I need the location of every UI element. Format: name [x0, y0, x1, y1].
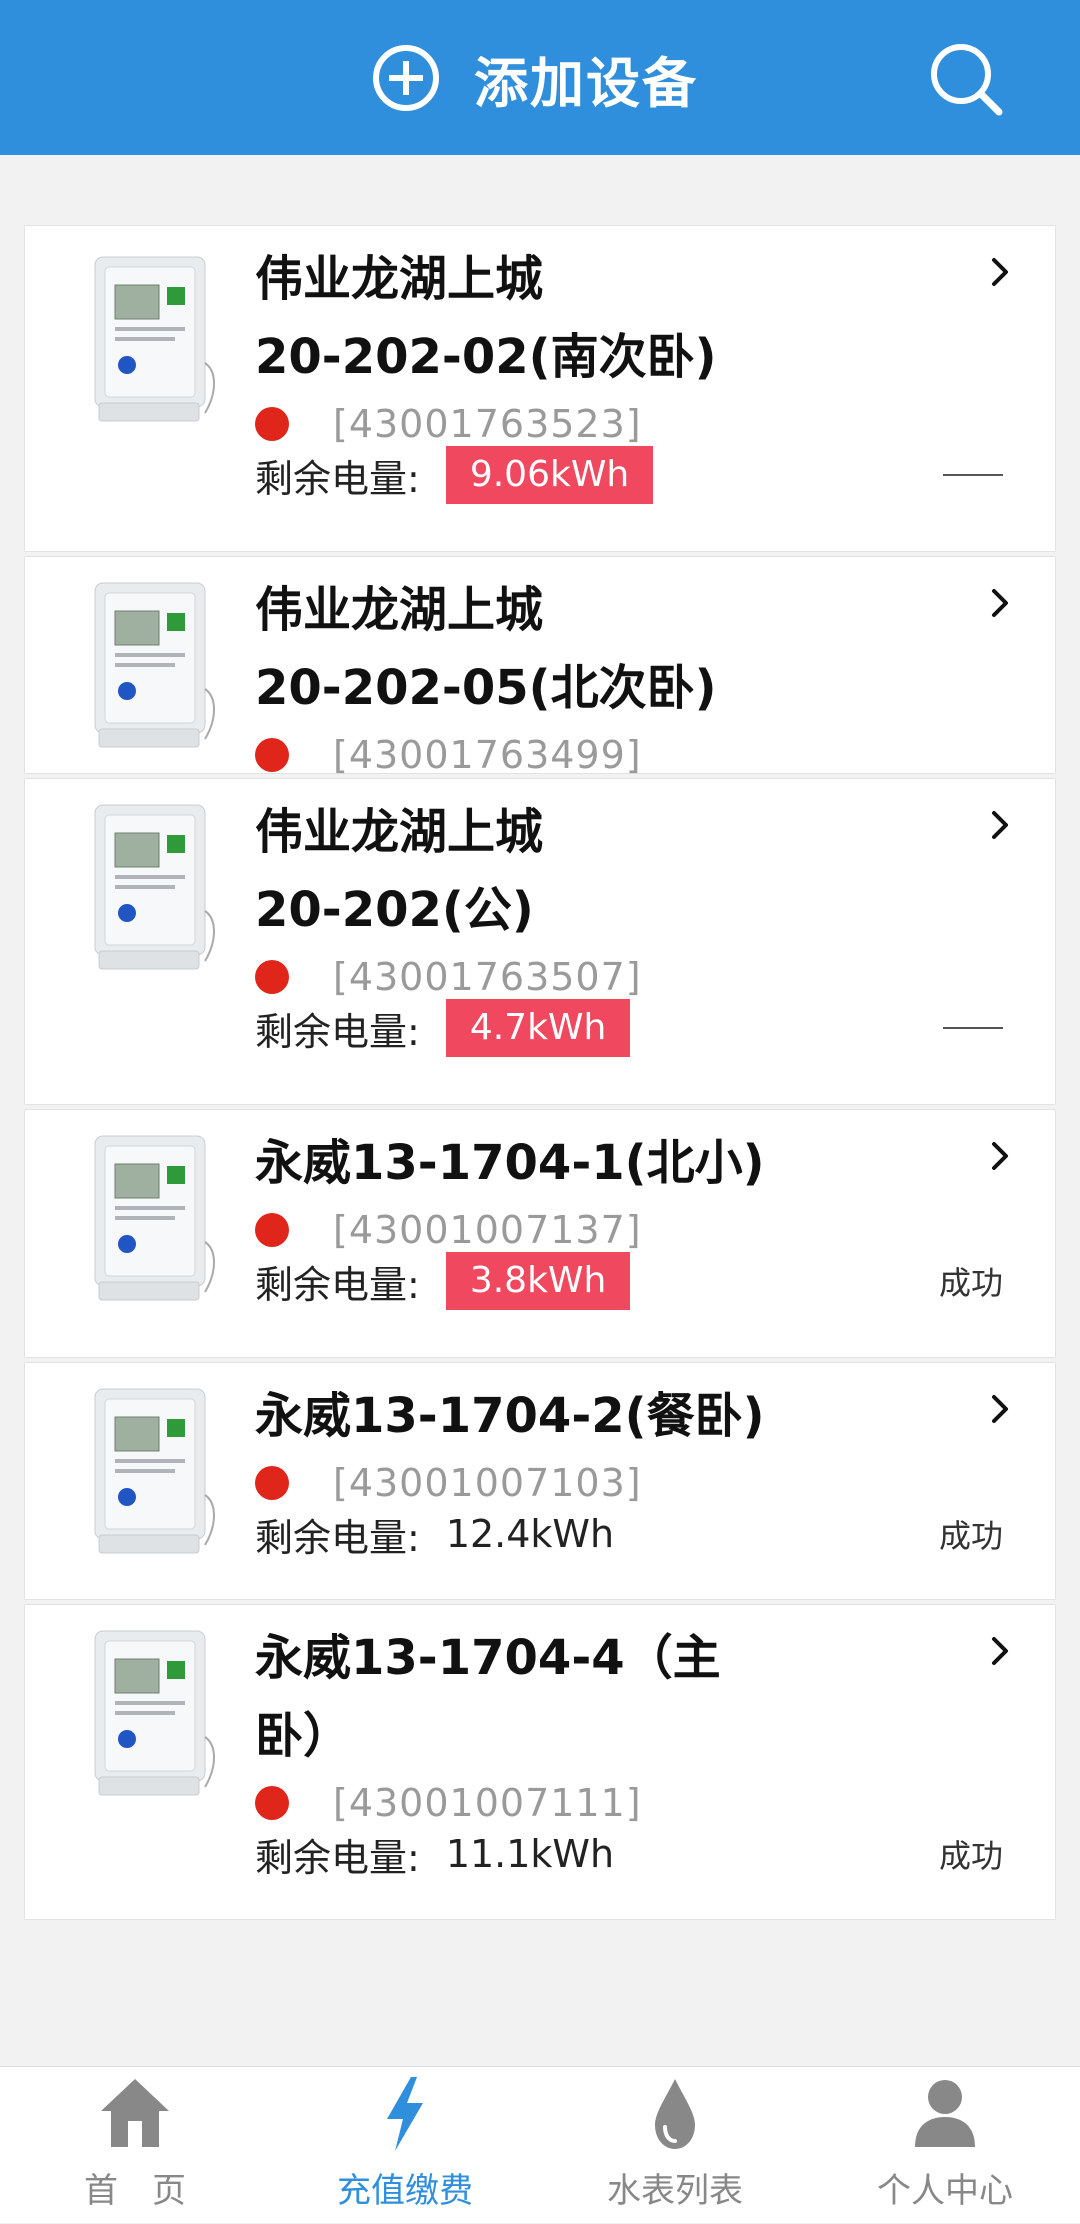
tab-label: 个人中心	[877, 2171, 1013, 2211]
meter-image	[85, 1385, 225, 1560]
meter-image	[85, 253, 225, 428]
balance-label: 剩余电量:	[255, 1835, 420, 1880]
device-title-line: 永威13-1704-1(北小)	[255, 1135, 765, 1191]
status-dot	[255, 738, 289, 772]
device-title: 伟业龙湖上城 20-202-05(北次卧)	[255, 557, 775, 727]
device-card[interactable]: 伟业龙湖上城20-202-05(北次卧)[43001763499]剩余电量:10…	[24, 556, 1056, 832]
device-title-line: 20-202(公)	[255, 882, 534, 938]
balance-row: 剩余电量: 3.8kWh	[255, 1252, 631, 1310]
user-icon	[915, 2080, 975, 2147]
serial-row: [43001007111]	[255, 1781, 642, 1825]
device-card[interactable]: 永威13-1704-4（主 卧） [43001007111] 剩余电量: 11.1kWh…	[24, 1604, 1056, 1920]
tab-recharge[interactable]: 充值缴费	[270, 2067, 540, 2224]
status-dot	[255, 1466, 289, 1500]
device-card[interactable]: 伟业龙湖上城 20-202(公) [43001763507] 剩余电量: 4.7kWh —…	[24, 778, 1056, 1105]
serial-number: [43001007103]	[333, 1461, 642, 1505]
chevron-right-icon	[985, 1138, 1015, 1174]
balance-row: 剩余电量: 11.1kWh	[255, 1825, 614, 1883]
status-text: 成功	[938, 1837, 1003, 1875]
serial-number: [43001763507]	[333, 955, 642, 999]
device-title: 伟业龙湖上城 20-202(公)	[255, 779, 775, 949]
device-title-line: 伟业龙湖上城	[255, 582, 544, 638]
serial-number: [43001007137]	[333, 1208, 642, 1252]
meter-image	[85, 801, 225, 976]
water-drop-icon	[655, 2079, 695, 2149]
status-text: ——	[943, 474, 1003, 476]
chevron-right-icon	[985, 807, 1015, 843]
balance-row: 剩余电量: 12.4kWh	[255, 1505, 614, 1563]
add-device-button[interactable]: 添加设备	[372, 40, 698, 116]
balance-value: 9.06kWh	[445, 446, 654, 504]
serial-row: [43001763499]	[255, 733, 642, 777]
device-title-line: 永威13-1704-2(餐卧)	[255, 1388, 765, 1444]
device-title-line: 20-202-02(南次卧)	[255, 329, 717, 385]
device-title: 伟业龙湖上城 20-202-02(南次卧)	[255, 226, 775, 396]
balance-label: 剩余电量:	[255, 1262, 420, 1307]
search-icon[interactable]	[925, 38, 1007, 120]
home-icon	[101, 2079, 169, 2147]
balance-value: 12.4kWh	[445, 1512, 615, 1556]
tab-home[interactable]: 首 页	[0, 2067, 270, 2224]
device-title: 永威13-1704-4（主 卧）	[255, 1605, 775, 1775]
tab-label: 水表列表	[607, 2171, 743, 2211]
device-list: 伟业龙湖上城 20-202-02(南次卧) [43001763523] 剩余电量: 9.…	[24, 225, 1056, 1924]
chevron-right-icon	[985, 254, 1015, 290]
status-dot	[255, 1213, 289, 1247]
balance-value: 4.7kWh	[445, 999, 631, 1057]
lightning-icon	[387, 2077, 423, 2151]
device-title-line: 伟业龙湖上城	[255, 804, 544, 860]
chevron-right-icon	[985, 585, 1015, 621]
serial-row: [43001763523]	[255, 402, 642, 446]
balance-label: 剩余电量:	[255, 456, 420, 501]
plus-circle-icon	[373, 45, 439, 111]
meter-image	[85, 1132, 225, 1307]
device-title-line: 20-202-05(北次卧)	[255, 660, 717, 716]
page-title: 添加设备	[474, 51, 698, 115]
meter-image	[85, 579, 225, 754]
tab-label: 充值缴费	[337, 2171, 473, 2211]
device-title: 永威13-1704-1(北小)	[255, 1110, 775, 1202]
balance-row: 剩余电量: 9.06kWh	[255, 446, 654, 504]
balance-value: 11.1kWh	[445, 1832, 615, 1876]
tab-water-meters[interactable]: 水表列表	[540, 2067, 810, 2224]
status-dot	[255, 960, 289, 994]
serial-number: [43001763523]	[333, 402, 642, 446]
balance-label: 剩余电量:	[255, 1009, 420, 1054]
device-title-line: 卧）	[255, 1708, 352, 1764]
device-card[interactable]: 永威13-1704-1(北小) [43001007137] 剩余电量: 3.8kWh 成…	[24, 1109, 1056, 1358]
serial-row: [43001007103]	[255, 1461, 642, 1505]
meter-image	[85, 1627, 225, 1802]
device-card[interactable]: 永威13-1704-2(餐卧) [43001007103] 剩余电量: 12.4kWh…	[24, 1362, 1056, 1600]
balance-label: 剩余电量:	[255, 1515, 420, 1560]
serial-row: [43001763507]	[255, 955, 642, 999]
device-title-line: 伟业龙湖上城	[255, 251, 544, 307]
chevron-right-icon	[985, 1633, 1015, 1669]
balance-row: 剩余电量: 4.7kWh	[255, 999, 631, 1057]
status-text: 成功	[938, 1264, 1003, 1302]
serial-row: [43001007137]	[255, 1208, 642, 1252]
status-text: ——	[943, 1027, 1003, 1029]
status-dot	[255, 407, 289, 441]
bottom-tab-bar: 首 页 充值缴费 水表列表 个人中心	[0, 2066, 1080, 2223]
device-title: 永威13-1704-2(餐卧)	[255, 1363, 775, 1455]
tab-profile[interactable]: 个人中心	[810, 2067, 1080, 2224]
chevron-right-icon	[985, 1391, 1015, 1427]
status-dot	[255, 1786, 289, 1820]
serial-number: [43001007111]	[333, 1781, 642, 1825]
serial-number: [43001763499]	[333, 733, 642, 777]
device-title-line: 永威13-1704-4（主	[255, 1630, 721, 1686]
balance-value: 3.8kWh	[445, 1252, 631, 1310]
device-card[interactable]: 伟业龙湖上城 20-202-02(南次卧) [43001763523] 剩余电量: 9.…	[24, 225, 1056, 552]
top-bar: 添加设备	[0, 0, 1080, 155]
status-text: 成功	[938, 1517, 1003, 1555]
tab-label: 首 页	[84, 2171, 186, 2211]
